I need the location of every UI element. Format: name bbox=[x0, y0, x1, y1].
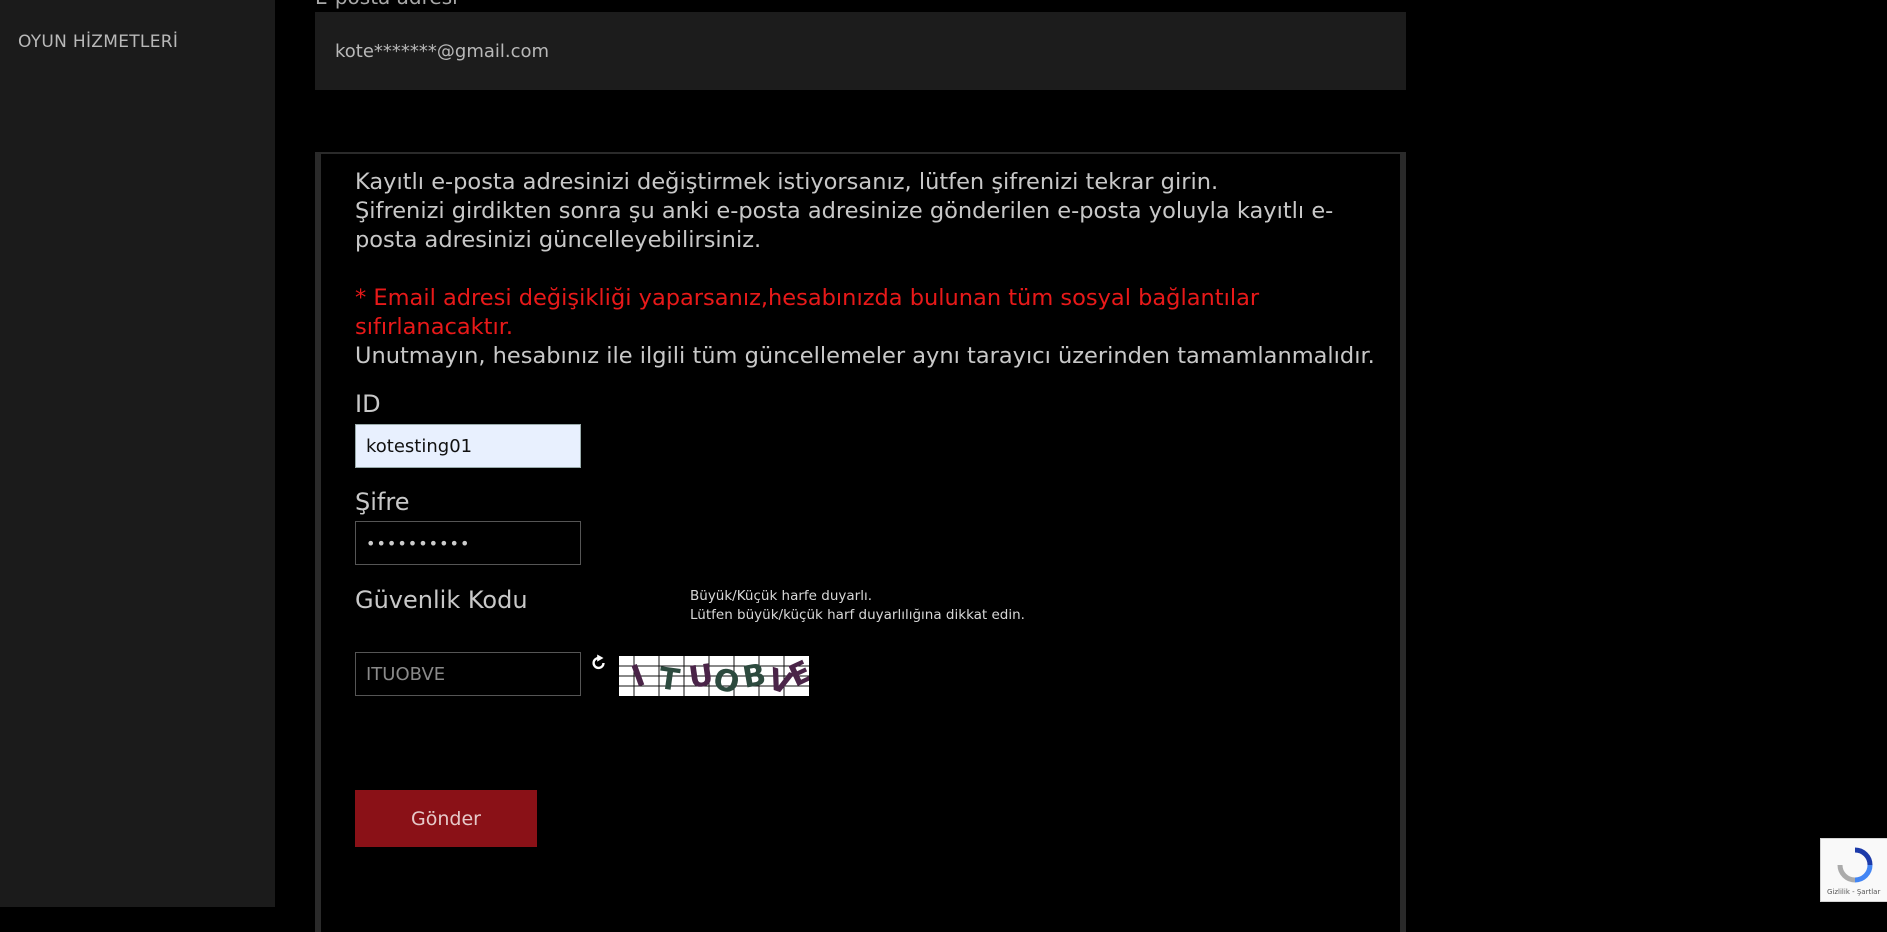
captcha-letter: T bbox=[656, 661, 682, 696]
submit-button[interactable]: Gönder bbox=[355, 790, 537, 847]
notice-line-1: Kayıtlı e-posta adresinizi değiştirmek i… bbox=[355, 169, 1219, 195]
refresh-captcha-icon[interactable] bbox=[590, 653, 608, 673]
captcha-image: I T UOBVE bbox=[619, 656, 809, 696]
sidebar: OYUN HİZMETLERİ bbox=[0, 0, 275, 907]
current-email-display: kote*******@gmail.com bbox=[315, 12, 1406, 90]
password-input[interactable]: •••••••••• bbox=[355, 521, 581, 565]
hint-line-1: Büyük/Küçük harfe duyarlı. bbox=[690, 588, 873, 604]
security-code-label: Güvenlik Kodu bbox=[355, 586, 528, 614]
id-input[interactable]: kotesting01 bbox=[355, 424, 581, 468]
notice-line-3: Unutmayın, hesabınız ile ilgili tüm günc… bbox=[355, 343, 1375, 369]
captcha-letter: O bbox=[710, 662, 743, 696]
recaptcha-icon bbox=[1837, 847, 1873, 883]
captcha-letter: I bbox=[627, 658, 649, 695]
id-label: ID bbox=[355, 390, 381, 418]
password-label: Şifre bbox=[355, 488, 410, 516]
sidebar-item-game-services[interactable]: OYUN HİZMETLERİ bbox=[18, 32, 178, 52]
security-code-input-value: ITUOBVE bbox=[366, 663, 446, 685]
hint-line-2: Lütfen büyük/küçük harf duyarlılığına di… bbox=[690, 607, 1025, 623]
email-label: E-posta adresi bbox=[315, 0, 458, 9]
notice-line-2: Şifrenizi girdikten sonra şu anki e-post… bbox=[355, 198, 1334, 253]
notice-text: Kayıtlı e-posta adresinizi değiştirmek i… bbox=[355, 168, 1385, 371]
recaptcha-text: Gizlilik - Şartlar bbox=[1827, 888, 1881, 896]
recaptcha-badge[interactable]: Gizlilik - Şartlar bbox=[1820, 838, 1887, 902]
id-input-value: kotesting01 bbox=[366, 435, 473, 457]
warning-text: * Email adresi değişikliği yaparsanız,he… bbox=[355, 285, 1260, 340]
password-input-value: •••••••••• bbox=[366, 533, 471, 553]
case-sensitivity-hint: Büyük/Küçük harfe duyarlı. Lütfen büyük/… bbox=[690, 587, 1025, 625]
security-code-input[interactable]: ITUOBVE bbox=[355, 652, 581, 696]
current-email-value: kote*******@gmail.com bbox=[335, 40, 550, 62]
